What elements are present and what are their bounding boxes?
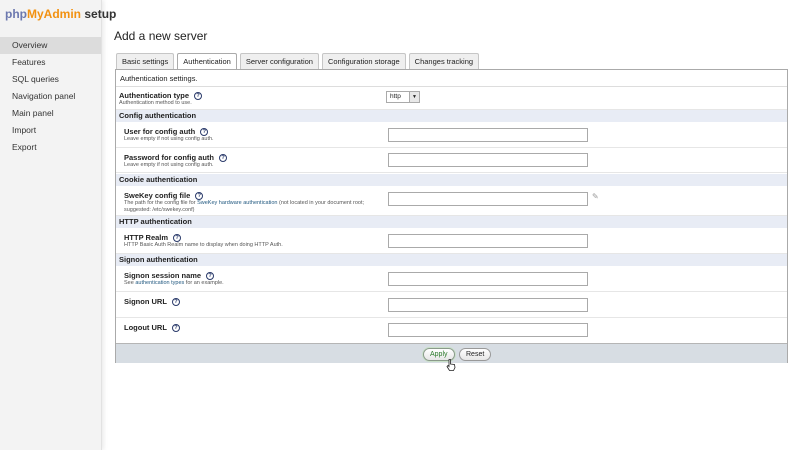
help-icon[interactable]: ?: [171, 298, 180, 306]
signon-url-input[interactable]: [388, 298, 588, 312]
password-config-desc: Leave empty if not using config auth.: [124, 162, 214, 168]
tab-changes-tracking[interactable]: Changes tracking: [408, 53, 480, 69]
sidebar-item-main-panel[interactable]: Main panel: [0, 105, 101, 122]
http-realm-row: HTTP Realm? HTTP Basic Auth Realm name t…: [116, 228, 787, 254]
sidebar-item-overview[interactable]: Overview: [0, 37, 101, 54]
swekey-desc-pre: The path for the config file for: [124, 200, 198, 206]
logo-php: php: [5, 7, 27, 21]
signon-url-row: Signon URL?: [116, 292, 787, 318]
http-realm-desc: HTTP Basic Auth Realm name to display wh…: [124, 242, 283, 248]
sidebar-item-features[interactable]: Features: [0, 54, 101, 71]
help-icon[interactable]: ?: [171, 324, 180, 332]
tab-server-configuration[interactable]: Server configuration: [239, 53, 319, 69]
sidebar-item-export[interactable]: Export: [0, 139, 101, 156]
authentication-types-link[interactable]: authentication types: [135, 280, 184, 286]
help-icon[interactable]: ?: [173, 234, 182, 242]
auth-type-desc: Authentication method to use.: [119, 100, 192, 106]
signon-url-label: Signon URL: [124, 297, 167, 306]
signon-url-label-wrap: Signon URL?: [124, 297, 180, 306]
user-config-label-wrap: User for config auth?: [124, 127, 209, 136]
authentication-form: Authentication settings. Authentication …: [115, 69, 788, 371]
help-icon[interactable]: ?: [194, 92, 203, 100]
swekey-input[interactable]: [388, 192, 588, 206]
logout-url-label: Logout URL: [124, 323, 167, 332]
signon-session-input[interactable]: [388, 272, 588, 286]
section-cookie-authentication: Cookie authentication: [116, 174, 787, 186]
password-config-label: Password for config auth: [124, 153, 215, 162]
logo-myadmin: MyAdmin: [27, 7, 81, 21]
page-title: Add a new server: [114, 29, 208, 43]
signon-session-label-wrap: Signon session name?: [124, 271, 215, 280]
sidebar: phpMyAdmin setup Overview Features SQL q…: [0, 0, 116, 450]
help-icon[interactable]: ?: [200, 128, 209, 136]
user-config-input[interactable]: [388, 128, 588, 142]
signon-session-row: Signon session name? See authentication …: [116, 266, 787, 292]
swekey-label-wrap: SweKey config file?: [124, 191, 204, 200]
section-signon-authentication: Signon authentication: [116, 254, 787, 266]
signon-session-desc-post: for an example.: [184, 280, 224, 286]
pencil-icon[interactable]: ✎: [592, 192, 602, 202]
logout-url-input[interactable]: [388, 323, 588, 337]
signon-session-label: Signon session name: [124, 271, 202, 280]
section-config-authentication: Config authentication: [116, 110, 787, 122]
password-config-row: Password for config auth? Leave empty if…: [116, 148, 787, 173]
swekey-row: SweKey config file? The path for the con…: [116, 186, 787, 216]
form-action-bar: Apply Reset: [116, 343, 787, 371]
help-icon[interactable]: ?: [195, 192, 204, 200]
form-description: Authentication settings.: [116, 70, 787, 87]
sidebar-item-import[interactable]: Import: [0, 122, 101, 139]
http-realm-label-wrap: HTTP Realm?: [124, 233, 182, 242]
auth-type-value: http: [390, 93, 401, 100]
auth-type-label: Authentication type: [119, 91, 190, 100]
chevron-down-icon: ▼: [409, 92, 419, 102]
swekey-link[interactable]: SweKey hardware authentication: [197, 200, 277, 206]
main-content: Add a new server Basic settings Authenti…: [102, 0, 800, 450]
tab-bar: Basic settings Authentication Server con…: [116, 53, 480, 70]
sidebar-nav: Overview Features SQL queries Navigation…: [0, 37, 101, 156]
swekey-label: SweKey config file: [124, 191, 191, 200]
tab-basic-settings[interactable]: Basic settings: [116, 53, 175, 69]
auth-type-select[interactable]: http ▼: [386, 91, 420, 103]
section-http-authentication: HTTP authentication: [116, 216, 787, 228]
signon-session-desc-pre: See: [124, 280, 136, 286]
password-config-label-wrap: Password for config auth?: [124, 153, 228, 162]
help-icon[interactable]: ?: [206, 272, 215, 280]
user-config-row: User for config auth? Leave empty if not…: [116, 122, 787, 148]
auth-type-label-wrap: Authentication type?: [119, 91, 203, 100]
signon-session-desc: See authentication types for an example.: [124, 280, 384, 287]
user-config-label: User for config auth: [124, 127, 196, 136]
sidebar-item-sql-queries[interactable]: SQL queries: [0, 71, 101, 88]
logout-url-row: Logout URL?: [116, 318, 787, 343]
sidebar-item-navigation-panel[interactable]: Navigation panel: [0, 88, 101, 105]
password-config-input[interactable]: [388, 153, 588, 167]
hand-cursor-icon: [446, 359, 456, 371]
reset-button[interactable]: Reset: [459, 348, 492, 361]
auth-type-row: Authentication type? Authentication meth…: [116, 88, 787, 110]
tab-authentication[interactable]: Authentication: [177, 53, 237, 70]
app-logo[interactable]: phpMyAdmin setup: [5, 7, 116, 21]
tab-configuration-storage[interactable]: Configuration storage: [321, 53, 406, 69]
http-realm-label: HTTP Realm: [124, 233, 169, 242]
swekey-desc: The path for the config file for SweKey …: [124, 200, 384, 214]
user-config-desc: Leave empty if not using config auth.: [124, 136, 214, 142]
http-realm-input[interactable]: [388, 234, 588, 248]
help-icon[interactable]: ?: [219, 154, 228, 162]
logout-url-label-wrap: Logout URL?: [124, 323, 180, 332]
